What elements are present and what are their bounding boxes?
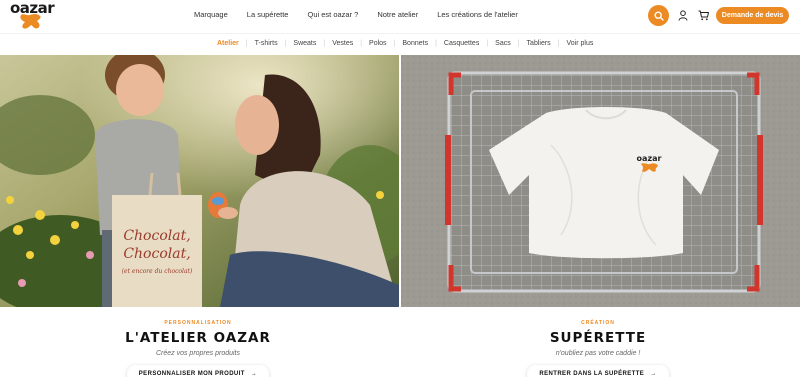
category-atelier[interactable]: Atelier <box>217 40 239 47</box>
category-tabliers[interactable]: Tabliers <box>527 40 551 47</box>
category-voir-plus[interactable]: Voir plus <box>567 40 594 47</box>
category-t-shirts[interactable]: T-shirts <box>255 40 278 47</box>
section-kicker: PERSONNALISATION <box>164 320 232 326</box>
section-superette: CRÉATION SUPÉRETTE n'oubliez pas votre c… <box>448 320 748 377</box>
tote-text-line2: Chocolat, <box>123 246 190 262</box>
shirt-logo-text: oazar <box>637 154 662 163</box>
nav-marquage[interactable]: Marquage <box>194 10 228 19</box>
hero-image-atelier[interactable]: Chocolat, Chocolat, (et encore du chocol… <box>0 55 399 307</box>
section-subtitle: n'oubliez pas votre caddie ! <box>555 350 641 357</box>
quote-request-button[interactable]: Demande de devis <box>716 7 789 24</box>
tote-text-line1: Chocolat, <box>123 228 190 244</box>
category-bonnets[interactable]: Bonnets <box>402 40 428 47</box>
section-kicker: CRÉATION <box>581 320 615 326</box>
cart-icon[interactable] <box>698 10 709 21</box>
nav-creations-atelier[interactable]: Les créations de l'atelier <box>437 10 518 19</box>
category-separator: | <box>517 40 520 47</box>
site-header: oazar Marquage La supérette Qui est oaza… <box>0 0 800 33</box>
hero-image-superette[interactable]: oazar <box>401 55 800 307</box>
personalize-product-button[interactable]: PERSONNALISER MON PRODUIT → <box>126 365 270 377</box>
section-subtitle: Créez vos propres produits <box>155 350 241 357</box>
category-separator: | <box>360 40 363 47</box>
search-icon <box>653 10 664 21</box>
category-separator: | <box>323 40 326 47</box>
category-separator: | <box>486 40 489 47</box>
logo-mark-icon <box>20 14 41 29</box>
search-button[interactable] <box>648 5 669 26</box>
basket-tshirt-photo: oazar <box>401 55 800 307</box>
arrow-right-icon: → <box>650 371 657 377</box>
enter-superette-button[interactable]: RENTRER DANS LA SUPÉRETTE → <box>527 365 669 377</box>
category-separator: | <box>393 40 396 47</box>
section-title: L'ATELIER OAZAR <box>125 330 271 346</box>
category-polos[interactable]: Polos <box>369 40 387 47</box>
nav-notre-atelier[interactable]: Notre atelier <box>377 10 418 19</box>
cta-label: RENTRER DANS LA SUPÉRETTE <box>539 371 645 377</box>
category-bar: Atelier | T-shirts | Sweats | Vestes | P… <box>0 33 800 54</box>
user-icon[interactable] <box>678 10 688 21</box>
logo[interactable]: oazar <box>10 0 55 30</box>
nav-qui-est-oazar[interactable]: Qui est oazar ? <box>307 10 358 19</box>
cta-label: PERSONNALISER MON PRODUIT <box>138 371 245 377</box>
category-separator: | <box>435 40 437 47</box>
category-separator: | <box>557 40 560 47</box>
section-atelier: PERSONNALISATION L'ATELIER OAZAR Créez v… <box>48 320 348 377</box>
category-separator: | <box>284 40 287 47</box>
mother-child-photo: Chocolat, Chocolat, (et encore du chocol… <box>0 55 399 307</box>
category-sweats[interactable]: Sweats <box>293 40 316 47</box>
category-separator: | <box>245 40 248 47</box>
arrow-right-icon: → <box>250 371 258 377</box>
category-vestes[interactable]: Vestes <box>332 40 353 47</box>
section-title: SUPÉRETTE <box>549 330 647 346</box>
main-nav: Marquage La supérette Qui est oazar ? No… <box>194 10 537 19</box>
nav-la-superette[interactable]: La supérette <box>247 10 289 19</box>
tote-text-line3: (et encore du chocolat) <box>122 268 193 275</box>
category-sacs[interactable]: Sacs <box>495 40 511 47</box>
category-casquettes[interactable]: Casquettes <box>444 40 479 47</box>
